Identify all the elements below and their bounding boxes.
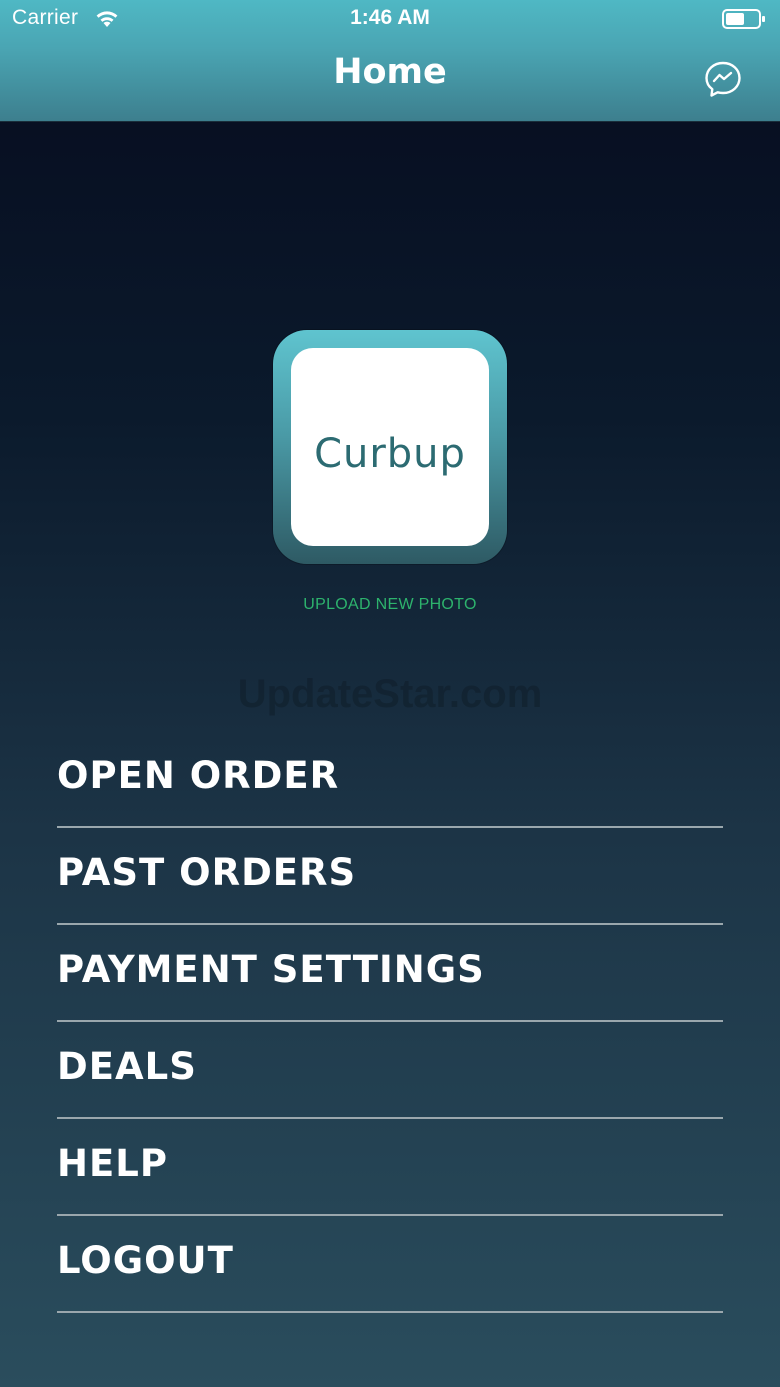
watermark: UpdateStar.com <box>237 672 543 716</box>
messenger-icon[interactable] <box>702 58 744 100</box>
navigation-bar: Carrier 1:46 AM Home <box>0 0 780 122</box>
main-menu: OPEN ORDER PAST ORDERS PAYMENT SETTINGS … <box>57 731 723 1313</box>
logo-text: Curbup <box>314 431 466 477</box>
status-bar: Carrier 1:46 AM <box>0 0 780 40</box>
menu-item-open-order[interactable]: OPEN ORDER <box>57 731 723 828</box>
menu-item-logout[interactable]: LOGOUT <box>57 1216 723 1313</box>
curbup-logo: Curbup <box>291 348 489 546</box>
clock: 1:46 AM <box>350 6 430 29</box>
upload-photo-link[interactable]: UPLOAD NEW PHOTO <box>0 596 780 614</box>
menu-item-label: HELP <box>57 1142 168 1185</box>
profile-photo[interactable]: Curbup <box>273 330 507 564</box>
menu-item-help[interactable]: HELP <box>57 1119 723 1216</box>
battery-icon <box>722 9 765 29</box>
menu-item-label: PAYMENT SETTINGS <box>57 948 485 991</box>
menu-item-deals[interactable]: DEALS <box>57 1022 723 1119</box>
menu-item-label: OPEN ORDER <box>57 754 340 797</box>
page-title: Home <box>333 52 447 92</box>
menu-item-label: PAST ORDERS <box>57 851 357 894</box>
menu-item-label: LOGOUT <box>57 1239 234 1282</box>
menu-item-past-orders[interactable]: PAST ORDERS <box>57 828 723 925</box>
menu-item-payment-settings[interactable]: PAYMENT SETTINGS <box>57 925 723 1022</box>
menu-item-label: DEALS <box>57 1045 197 1088</box>
